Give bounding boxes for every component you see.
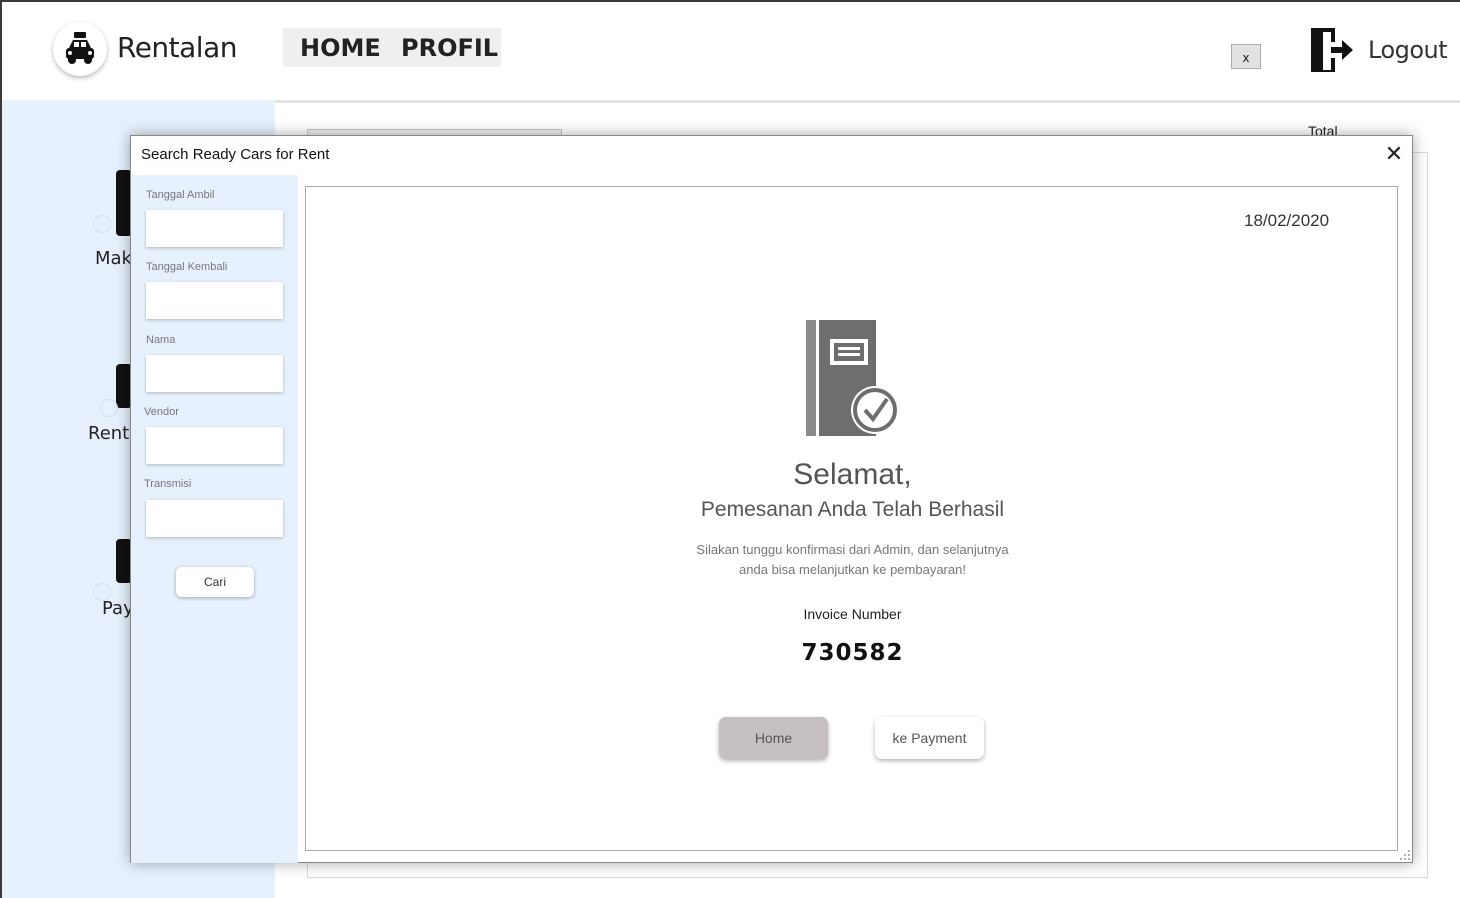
success-heading: Selamat, bbox=[793, 458, 912, 491]
transmisi-label: Transmisi bbox=[144, 478, 192, 490]
invoice-number: 730582 bbox=[801, 640, 904, 666]
message-line-2: anda bisa melanjutkan ke pembayaran! bbox=[739, 562, 966, 577]
cari-button[interactable]: Cari bbox=[176, 567, 254, 597]
check-circle-icon bbox=[100, 399, 118, 417]
message-line-1: Silakan tunggu konfirmasi dari Admin, da… bbox=[696, 542, 1009, 557]
nama-input[interactable] bbox=[146, 355, 283, 392]
tanggal-kembali-label: Tanggal Kembali bbox=[146, 261, 228, 273]
header-divider bbox=[275, 100, 1460, 103]
close-x-button[interactable]: x bbox=[1231, 44, 1261, 69]
logout-link[interactable]: Logout bbox=[1368, 36, 1448, 64]
success-message: Silakan tunggu konfirmasi dari Admin, da… bbox=[306, 540, 1399, 580]
brand-name: Rentalan bbox=[117, 31, 238, 64]
tanggal-kembali-input[interactable] bbox=[146, 282, 283, 319]
invoice-label: Invoice Number bbox=[803, 606, 902, 622]
search-cars-dialog: Search Ready Cars for Rent ✕ Tanggal Amb… bbox=[130, 135, 1413, 863]
payment-button[interactable]: ke Payment bbox=[875, 717, 984, 759]
nama-label: Nama bbox=[146, 334, 176, 346]
sidebar-item-pay[interactable]: Pay bbox=[102, 598, 134, 619]
nav-home-link[interactable]: HOME bbox=[300, 34, 381, 62]
success-subheading: Pemesanan Anda Telah Berhasil bbox=[700, 498, 1005, 521]
tanggal-ambil-label: Tanggal Ambil bbox=[146, 189, 215, 201]
close-icon[interactable]: ✕ bbox=[1381, 142, 1407, 168]
car-logo-icon[interactable] bbox=[53, 22, 107, 76]
dialog-title: Search Ready Cars for Rent bbox=[141, 146, 330, 163]
vendor-label: Vendor bbox=[144, 406, 179, 418]
vendor-input[interactable] bbox=[146, 427, 283, 464]
tanggal-ambil-input[interactable] bbox=[146, 210, 283, 247]
resize-grip-icon[interactable] bbox=[1399, 848, 1411, 860]
confirmation-panel: 18/02/2020 Selamat, Pemesanan Anda Telah… bbox=[305, 186, 1398, 851]
booking-success-icon bbox=[803, 317, 903, 444]
logout-icon[interactable] bbox=[1309, 26, 1355, 79]
check-circle-icon bbox=[93, 215, 111, 233]
transmisi-input[interactable] bbox=[146, 500, 283, 537]
order-date: 18/02/2020 bbox=[1244, 211, 1330, 230]
filter-panel: Tanggal Ambil Tanggal Kembali Nama Vendo… bbox=[131, 175, 298, 863]
home-button[interactable]: Home bbox=[719, 717, 828, 759]
nav-profil-link[interactable]: PROFIL bbox=[401, 34, 498, 62]
